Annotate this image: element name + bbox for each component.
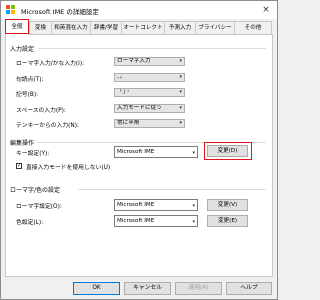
chevron-down-icon: ▾: [179, 120, 182, 126]
window-title: Microsoft IME の詳細設定: [21, 8, 99, 16]
key-settings-label: キー設定(Y):: [16, 151, 50, 157]
close-icon[interactable]: ×: [260, 4, 272, 16]
chevron-down-icon: ▾: [179, 105, 182, 111]
romaji-kana-select[interactable]: ローマ字入力 ▾: [114, 57, 185, 66]
tab-conversion[interactable]: 変換: [29, 21, 52, 34]
punctuation-label: 句読点(T):: [16, 77, 44, 83]
romaji-settings-value: Microsoft IME: [117, 202, 155, 208]
color-change-button[interactable]: 変更(E): [207, 215, 248, 227]
color-settings-value: Microsoft IME: [117, 218, 155, 224]
change-button-highlight: [204, 142, 252, 160]
chevron-down-icon: ▾: [192, 150, 195, 156]
tab-other[interactable]: その他: [234, 21, 272, 34]
ok-button[interactable]: OK: [73, 282, 120, 295]
edit-ops-heading: 編集操作: [10, 140, 35, 147]
romaji-settings-label: ローマ字設定(O):: [16, 204, 62, 210]
numpad-input-label: テンキーからの入力(N):: [16, 123, 79, 129]
romaji-kana-value: ローマ字入力: [117, 58, 151, 64]
chevron-down-icon: ▾: [179, 74, 182, 80]
chevron-down-icon: ▾: [179, 89, 182, 95]
romaji-color-heading: ローマ字/色の設定: [10, 187, 61, 194]
cancel-button[interactable]: キャンセル: [124, 282, 171, 295]
space-input-value: 入力モードに従う: [117, 105, 162, 111]
help-button[interactable]: ヘルプ: [226, 282, 272, 295]
tab-strip: 全般 変換 和英混在入力 辞書/学習 オートコレクト 予測入力 プライバシー そ…: [5, 19, 273, 35]
key-settings-value: Microsoft IME: [117, 149, 155, 155]
numpad-input-select[interactable]: 常に半角 ▾: [114, 119, 185, 128]
symbol-label: 記号(B):: [16, 92, 39, 98]
chevron-down-icon: ▾: [192, 219, 195, 225]
tab-prediction[interactable]: 予測入力: [164, 21, 196, 34]
tab-general-highlight: [5, 19, 29, 34]
romaji-settings-select[interactable]: Microsoft IME ▾: [114, 199, 198, 211]
punctuation-select[interactable]: 、。 ▾: [114, 73, 185, 82]
direct-input-checkbox[interactable]: ✓: [16, 163, 22, 169]
symbol-select[interactable]: 「」・ ▾: [114, 88, 185, 97]
input-settings-heading: 入力設定: [10, 46, 35, 53]
tab-privacy[interactable]: プライバシー: [195, 21, 235, 34]
color-settings-label: 色設定(L):: [16, 220, 44, 226]
numpad-input-value: 常に半角: [117, 120, 140, 126]
ime-app-icon: [6, 5, 16, 15]
tab-autocorrect[interactable]: オートコレクト: [121, 21, 165, 34]
title-bar: Microsoft IME の詳細設定 ×: [1, 1, 277, 19]
space-input-select[interactable]: 入力モードに従う ▾: [114, 104, 185, 113]
punctuation-value: 、。: [117, 74, 126, 80]
divider: [78, 189, 266, 190]
divider: [38, 48, 266, 49]
tab-mixed-input[interactable]: 和英混在入力: [51, 21, 91, 34]
space-input-label: スペースの入力(P):: [16, 108, 66, 114]
ime-settings-dialog: Microsoft IME の詳細設定 × 全般 変換 和英混在入力 辞書/学習…: [0, 0, 278, 300]
general-tab-panel: 入力設定 ローマ字入力/かな入力(I): ローマ字入力 ▾ 句読点(T): 、。…: [5, 34, 273, 277]
symbol-value: 「」・: [117, 89, 131, 95]
tab-dictionary[interactable]: 辞書/学習: [90, 21, 122, 34]
apply-button[interactable]: 適用(A): [175, 282, 222, 295]
direct-input-label: 直接入力モードを使用しない(U): [26, 165, 111, 171]
chevron-down-icon: ▾: [179, 58, 182, 64]
chevron-down-icon: ▾: [192, 203, 195, 209]
key-settings-select[interactable]: Microsoft IME ▾: [114, 146, 198, 158]
romaji-change-button[interactable]: 変更(V): [207, 199, 248, 211]
romaji-kana-label: ローマ字入力/かな入力(I):: [16, 61, 85, 67]
color-settings-select[interactable]: Microsoft IME ▾: [114, 215, 198, 227]
